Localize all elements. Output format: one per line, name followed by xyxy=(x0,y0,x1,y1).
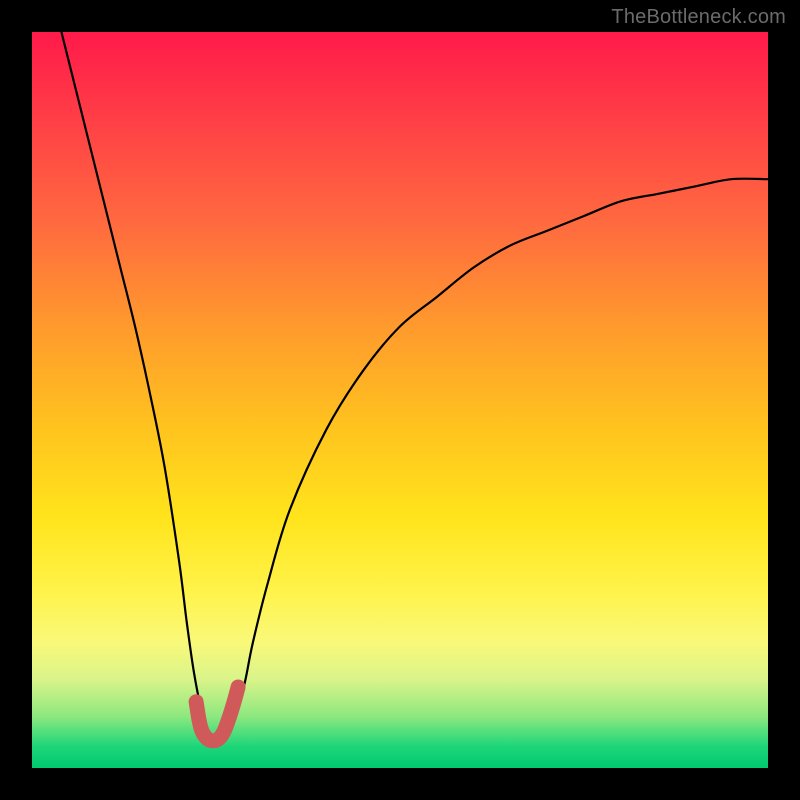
curve-layer xyxy=(32,32,768,768)
optimal-range-highlight xyxy=(196,687,238,741)
bottleneck-curve xyxy=(61,32,768,739)
chart-frame: TheBottleneck.com xyxy=(0,0,800,800)
plot-area xyxy=(32,32,768,768)
watermark-text: TheBottleneck.com xyxy=(611,6,786,29)
